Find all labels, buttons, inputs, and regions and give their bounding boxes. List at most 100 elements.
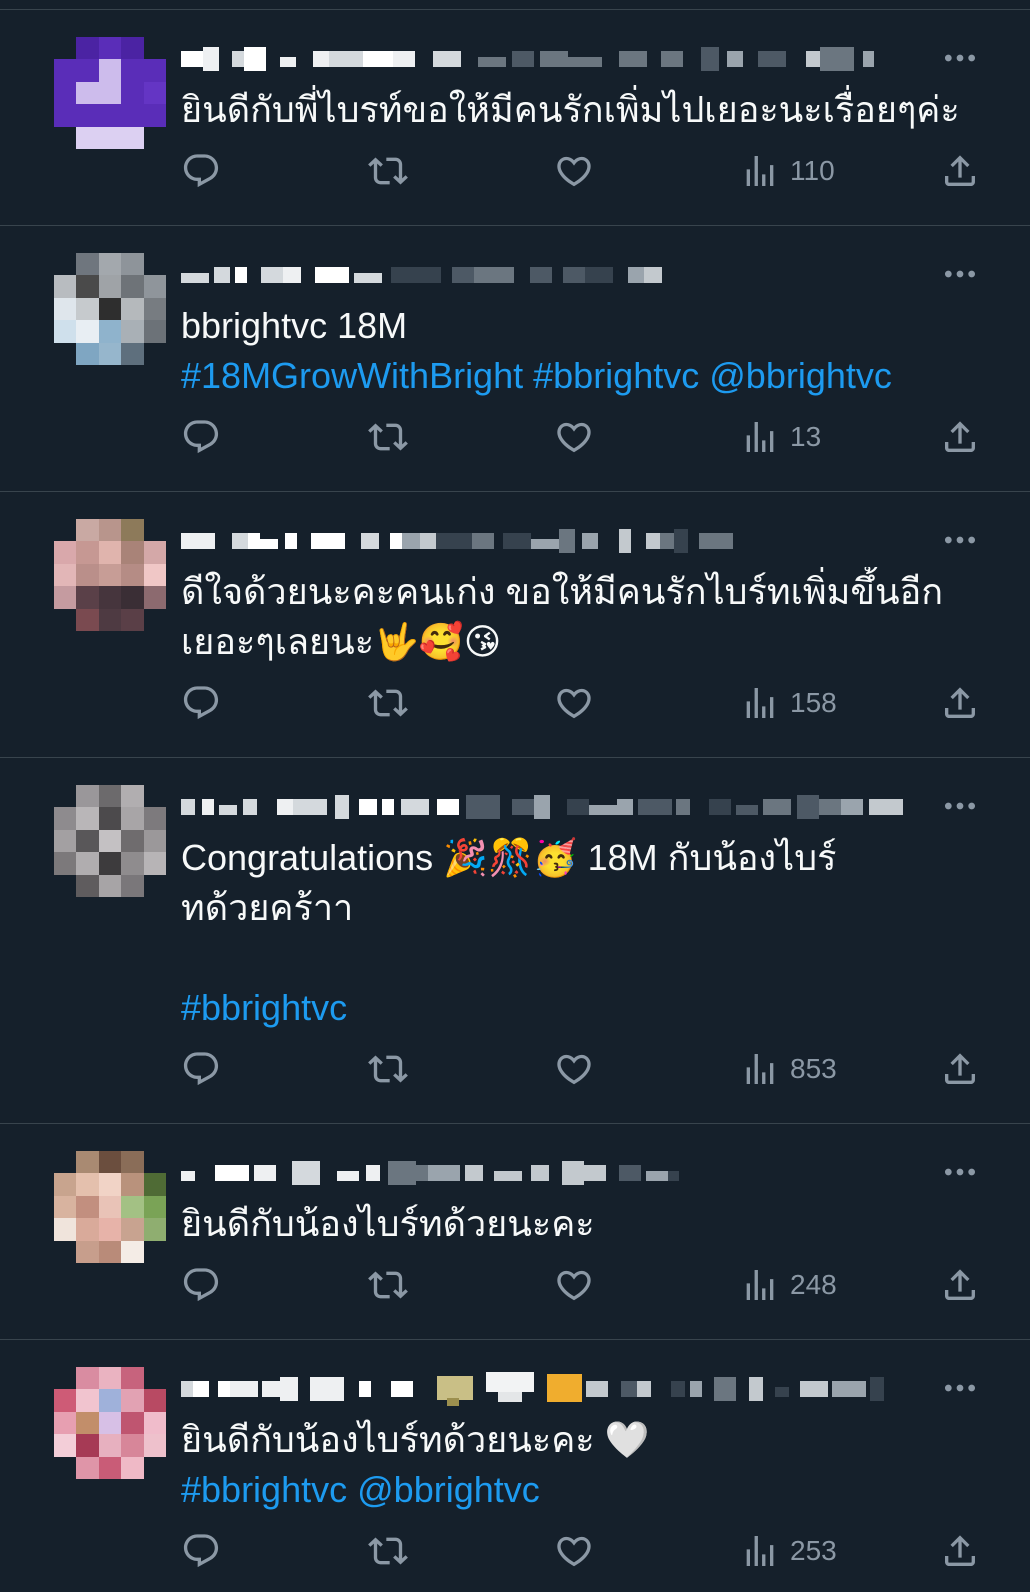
avatar-pixel	[54, 104, 77, 127]
reply-button[interactable]	[181, 151, 221, 191]
more-options-button[interactable]	[940, 38, 980, 78]
avatar-pixel	[98, 1195, 122, 1219]
name-pixel	[585, 267, 613, 283]
reply-tweet[interactable]: Congratulations 🎉🎊🥳 18M กับน้องไบร์ ทด้วย…	[0, 758, 1030, 1124]
avatar-pixel	[54, 609, 76, 631]
like-button[interactable]	[554, 417, 594, 457]
hashtag-link[interactable]: #bbrightvc	[181, 987, 347, 1028]
name-pixel	[617, 799, 633, 815]
mention-link[interactable]: @bbrightvc	[357, 1469, 540, 1510]
repost-button[interactable]	[368, 417, 408, 457]
avatar-pixel	[98, 1367, 122, 1390]
more-options-button[interactable]	[940, 1152, 980, 1192]
avatar-pixel	[144, 37, 166, 59]
avatar-pixel	[76, 519, 99, 542]
avatar-pixel	[143, 275, 166, 298]
share-button[interactable]	[940, 151, 980, 191]
avatar-pixel	[98, 541, 122, 564]
avatar[interactable]	[54, 1367, 166, 1479]
reply-tweet[interactable]: ยินดีกับน้องไบร์ทด้วยนะคะ 248	[0, 1124, 1030, 1340]
name-pixel	[230, 1381, 258, 1397]
hashtag-link[interactable]: #bbrightvc	[181, 1469, 347, 1510]
name-pixel	[567, 799, 589, 815]
avatar-pixel	[98, 874, 122, 897]
avatar-pixel	[121, 563, 144, 587]
avatar-pixel	[121, 1367, 144, 1390]
avatar-pixel	[54, 37, 76, 59]
reply-button[interactable]	[181, 1049, 221, 1089]
name-pixel	[474, 267, 502, 283]
mention-link[interactable]: @bbrightvc	[709, 355, 892, 396]
name-pixel	[661, 51, 683, 67]
share-button[interactable]	[940, 417, 980, 457]
name-pixel	[841, 799, 863, 815]
avatar-pixel	[121, 807, 144, 830]
views-count: 853	[790, 1053, 837, 1084]
reply-button[interactable]	[181, 417, 221, 457]
avatar[interactable]	[54, 37, 166, 149]
views-button[interactable]: 248	[740, 1265, 837, 1305]
repost-button[interactable]	[368, 683, 408, 723]
author-name[interactable]	[181, 1158, 926, 1188]
views-button[interactable]: 853	[740, 1049, 837, 1089]
more-options-button[interactable]	[940, 520, 980, 560]
views-button[interactable]: 158	[740, 683, 837, 723]
reply-tweet[interactable]: bbrightvc 18M #18MGrowWithBright #bbright…	[0, 226, 1030, 492]
more-options-button[interactable]	[940, 254, 980, 294]
share-button[interactable]	[940, 1531, 980, 1571]
avatar[interactable]	[54, 519, 166, 631]
more-options-button[interactable]	[940, 786, 980, 826]
share-button[interactable]	[940, 683, 980, 723]
share-button[interactable]	[940, 1049, 980, 1089]
name-pixel	[215, 1165, 249, 1181]
hashtag-link[interactable]: #bbrightvc	[533, 355, 699, 396]
name-pixel	[531, 1165, 549, 1181]
like-button[interactable]	[554, 1265, 594, 1305]
reply-tweet[interactable]: ยินดีกับพี่ไบรท์ขอให้มีคนรักเพิ่มไปเยอะน…	[0, 10, 1030, 226]
avatar-pixel	[98, 59, 122, 82]
reply-tweet[interactable]: ยินดีกับน้องไบร์ทด้วยนะคะ 🤍 #bbrightvc @b…	[0, 1340, 1030, 1589]
avatar[interactable]	[54, 785, 166, 897]
views-count: 13	[790, 421, 822, 452]
like-button[interactable]	[554, 1049, 594, 1089]
hashtag-link[interactable]: #18MGrowWithBright	[181, 355, 523, 396]
avatar-pixel	[144, 127, 166, 149]
like-button[interactable]	[554, 151, 594, 191]
reply-icon	[181, 683, 221, 723]
avatar-pixel	[76, 1411, 99, 1435]
views-button[interactable]: 253	[740, 1531, 837, 1571]
more-options-button[interactable]	[940, 1368, 980, 1408]
reply-tweet[interactable]: ดีใจด้วยนะคะคนเก่ง ขอให้มีคนรักไบร์ทเพิ่…	[0, 492, 1030, 758]
avatar-pixel	[144, 343, 166, 365]
name-pixel	[559, 529, 575, 553]
repost-button[interactable]	[368, 151, 408, 191]
like-button[interactable]	[554, 1531, 594, 1571]
avatar-pixel	[98, 104, 122, 127]
avatar-pixel	[121, 1218, 144, 1241]
repost-button[interactable]	[368, 1049, 408, 1089]
avatar[interactable]	[54, 1151, 166, 1263]
name-pixel	[391, 1381, 413, 1397]
name-pixel	[337, 1171, 359, 1181]
avatar-pixel	[98, 297, 122, 321]
author-name[interactable]	[181, 792, 926, 822]
repost-button[interactable]	[368, 1531, 408, 1571]
avatar-pixel	[76, 852, 99, 875]
avatar[interactable]	[54, 253, 166, 365]
author-name[interactable]	[181, 1372, 926, 1406]
author-name[interactable]	[181, 526, 926, 556]
views-button[interactable]: 13	[740, 417, 821, 457]
views-button[interactable]: 110	[740, 151, 835, 191]
reply-button[interactable]	[181, 1531, 221, 1571]
reply-button[interactable]	[181, 683, 221, 723]
repost-button[interactable]	[368, 1265, 408, 1305]
reply-button[interactable]	[181, 1265, 221, 1305]
name-pixel	[428, 1165, 446, 1181]
avatar-pixel	[98, 320, 122, 343]
avatar-pixel	[76, 785, 99, 808]
avatar-pixel	[121, 253, 144, 276]
share-button[interactable]	[940, 1265, 980, 1305]
author-name[interactable]	[181, 44, 926, 74]
like-button[interactable]	[554, 683, 594, 723]
author-name[interactable]	[181, 260, 926, 290]
